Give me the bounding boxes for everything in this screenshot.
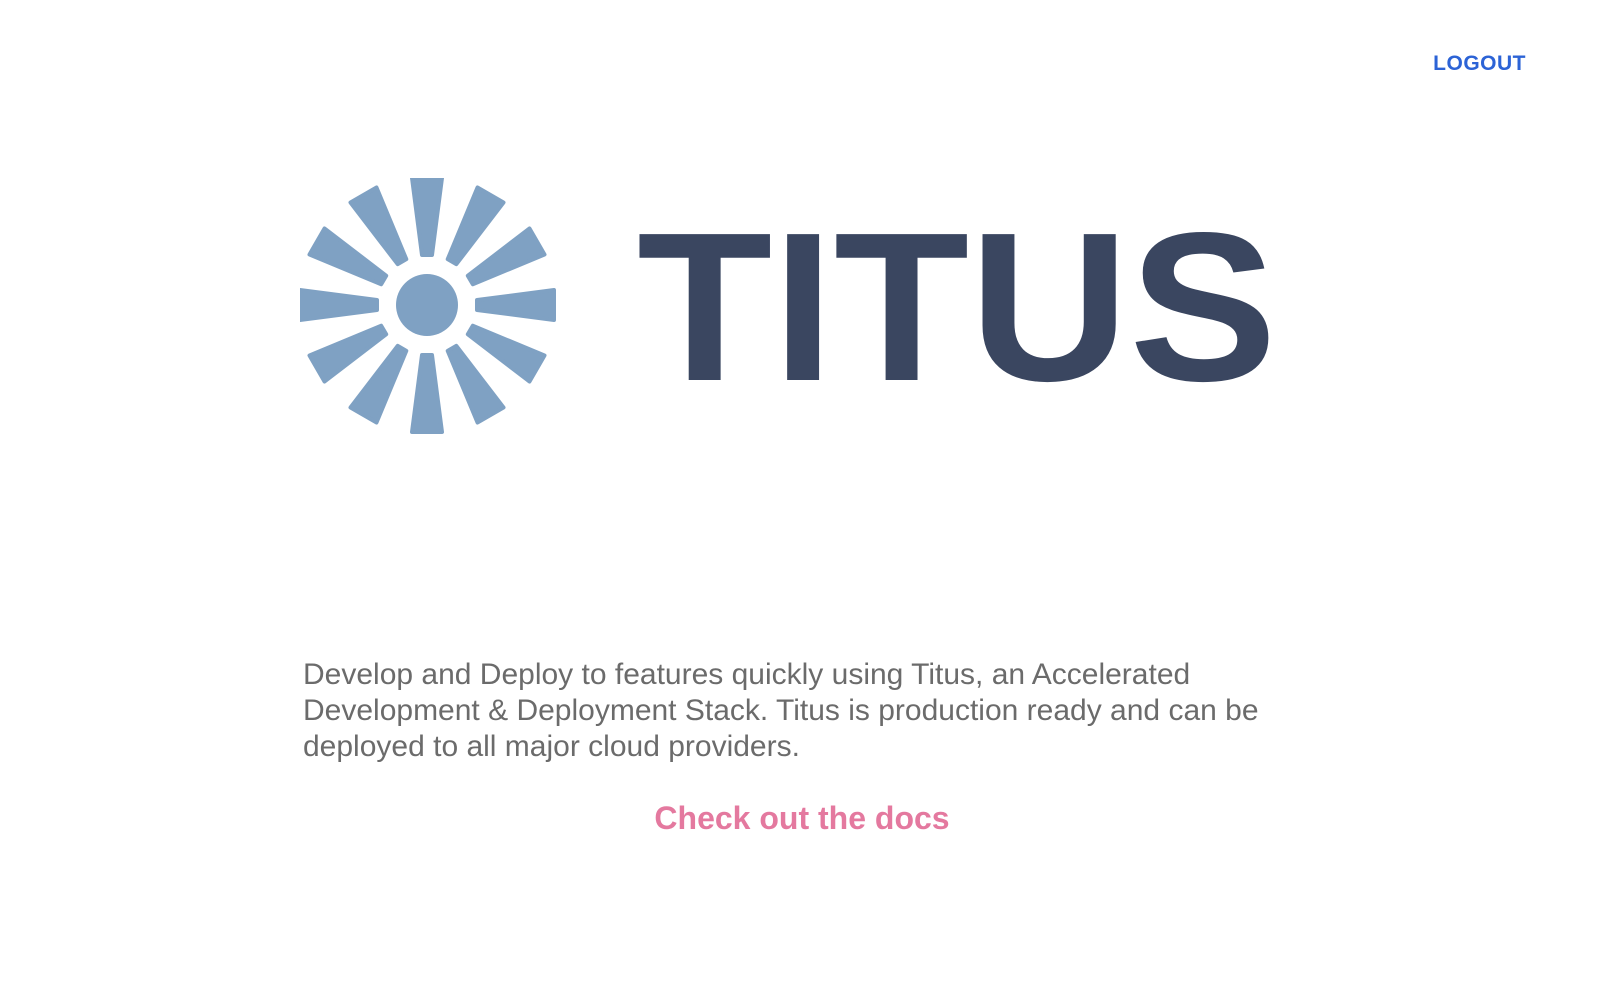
intro-description: Develop and Deploy to features quickly u… — [303, 658, 1259, 763]
logo-ray — [410, 178, 444, 257]
titus-logo-graphic: TITUS — [300, 178, 1277, 434]
landing-page: LOGOUT TITUS Develop and Deploy to featu… — [0, 0, 1604, 986]
brand-wordmark: TITUS — [637, 188, 1277, 425]
logo-ray — [410, 353, 444, 434]
docs-link[interactable]: Check out the docs — [654, 800, 949, 836]
logout-link[interactable]: LOGOUT — [1433, 52, 1526, 76]
logo-ray — [475, 288, 556, 322]
docs-link-container: Check out the docs — [0, 800, 1604, 837]
logo-ray — [300, 288, 379, 322]
sunburst-logo-icon — [300, 178, 556, 434]
titus-logo: TITUS — [300, 178, 1310, 442]
